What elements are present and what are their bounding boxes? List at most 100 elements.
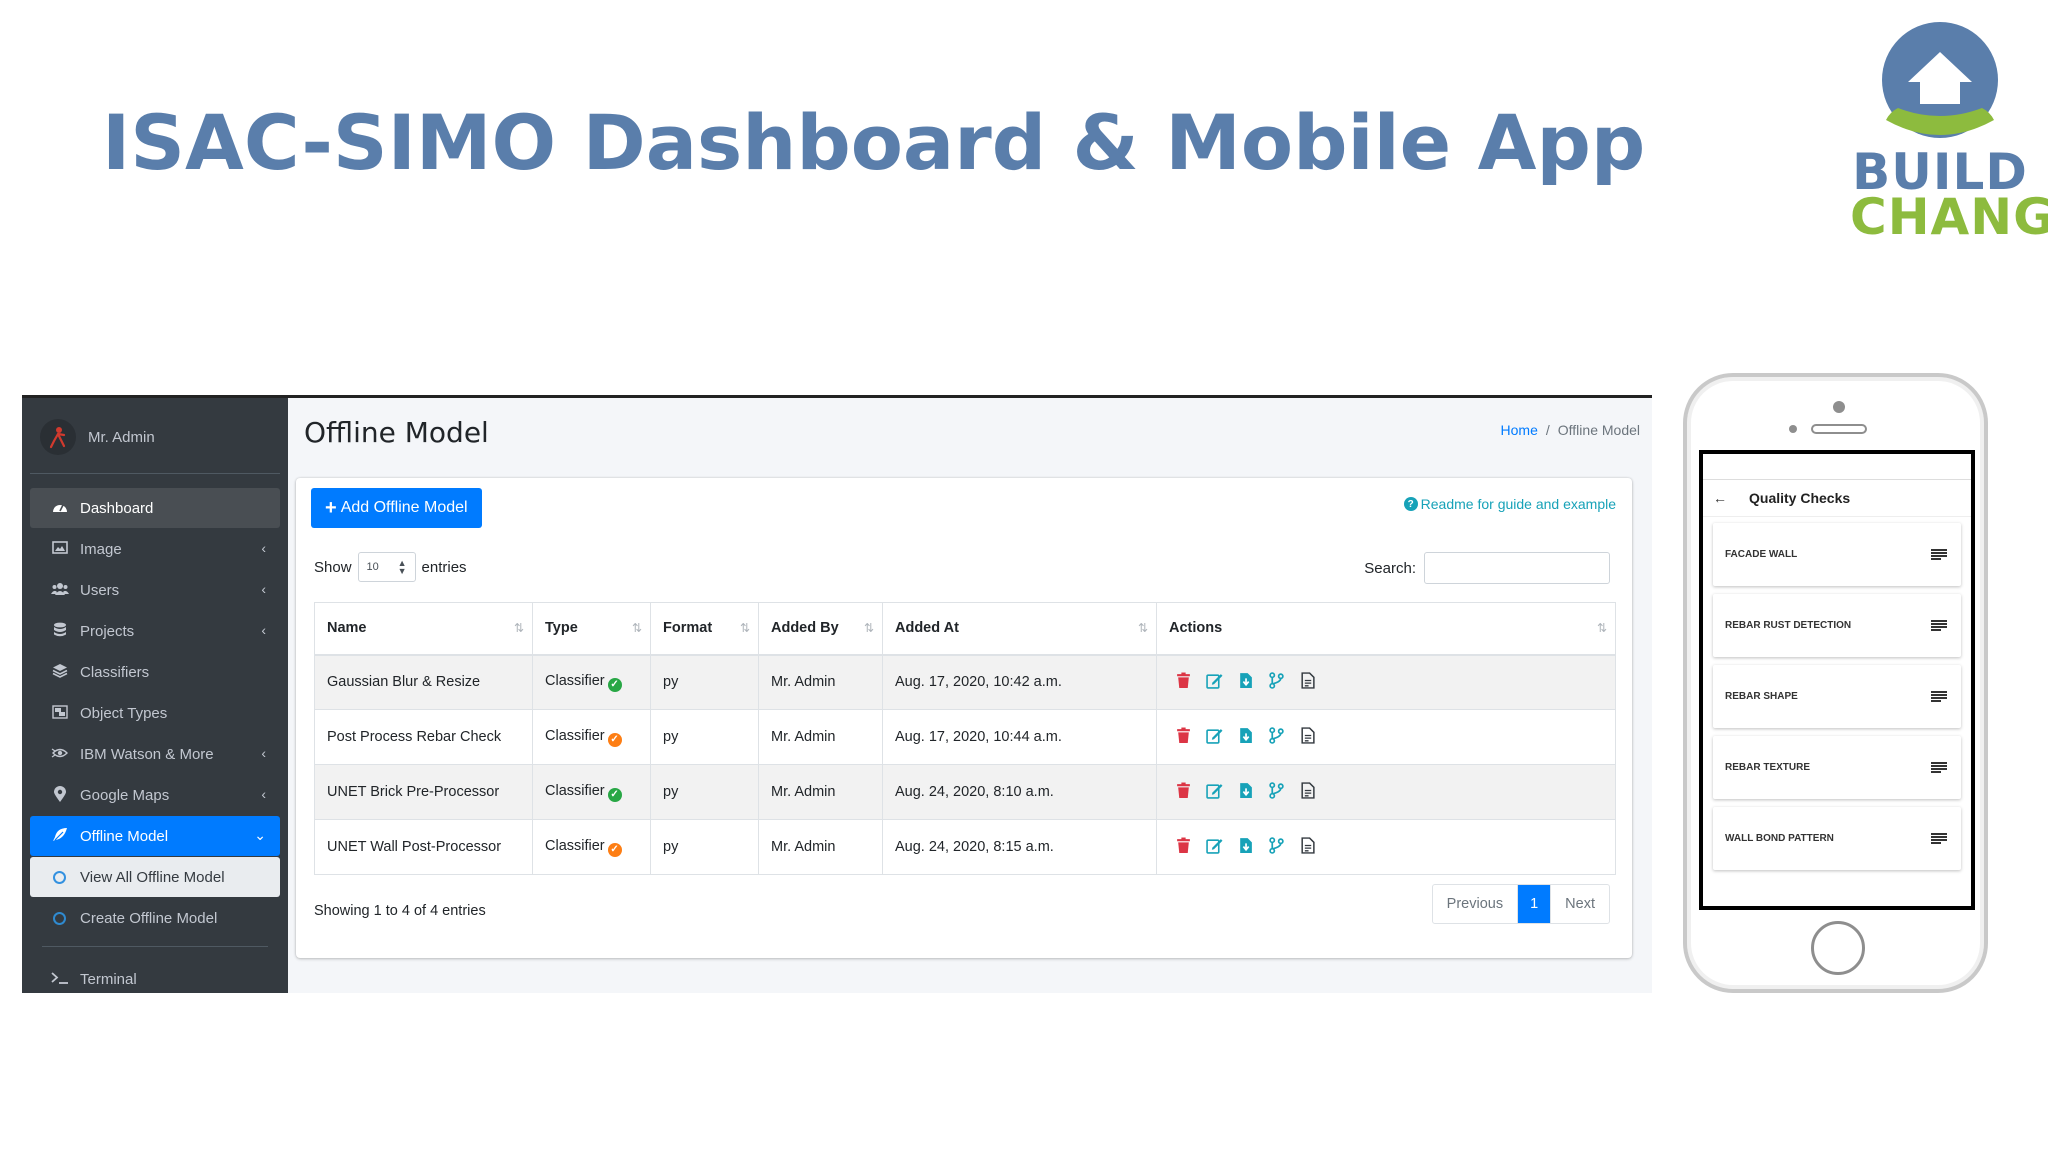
page-length-control: Show 10 ▲ ▼ entries (314, 552, 467, 582)
trash-icon[interactable] (1175, 727, 1192, 748)
file-alt-icon[interactable] (1299, 781, 1316, 803)
phone-home-button (1811, 921, 1865, 975)
sidebar-item-ibm-watson[interactable]: IBM Watson & More ‹ (30, 734, 280, 774)
cell-added-by: Mr. Admin (758, 819, 883, 875)
column-header-format[interactable]: Format ⇅ (650, 602, 759, 656)
trash-icon[interactable] (1175, 837, 1192, 858)
entries-label: entries (421, 558, 467, 576)
user-panel[interactable]: Mr. Admin (40, 412, 280, 462)
sidebar: Mr. Admin Dashboard Image ‹ Users ‹ Proj… (22, 398, 288, 993)
column-header-label: Added By (771, 620, 839, 637)
cell-type: Classifier ✓ (532, 819, 651, 875)
column-header-label: Name (327, 620, 367, 637)
sidebar-item-label: View All Offline Model (80, 868, 225, 886)
cell-name: Post Process Rebar Check (314, 709, 533, 765)
column-header-name[interactable]: Name ⇅ (314, 602, 533, 656)
code-branch-icon[interactable] (1268, 836, 1285, 858)
code-branch-icon[interactable] (1268, 671, 1285, 693)
sidebar-subitem-view-all-offline-model[interactable]: View All Offline Model (30, 857, 280, 897)
file-download-icon[interactable] (1237, 672, 1254, 693)
quality-check-item[interactable]: REBAR TEXTURE (1713, 736, 1961, 799)
table-info: Showing 1 to 4 of 4 entries (314, 903, 486, 919)
users-icon (50, 582, 70, 598)
column-header-type[interactable]: Type ⇅ (532, 602, 651, 656)
sidebar-item-label: Terminal (80, 970, 137, 988)
sidebar-item-label: IBM Watson & More (80, 745, 214, 763)
sidebar-item-image[interactable]: Image ‹ (30, 529, 280, 569)
sort-icon: ⇅ (739, 621, 750, 635)
code-branch-icon[interactable] (1268, 726, 1285, 748)
page-1-button[interactable]: 1 (1518, 885, 1551, 923)
search-input[interactable] (1424, 552, 1610, 584)
breadcrumb-home-link[interactable]: Home (1501, 422, 1538, 438)
code-branch-icon[interactable] (1268, 781, 1285, 803)
slide-title: ISAC-SIMO Dashboard & Mobile App (102, 98, 1646, 187)
table-header-row: Name ⇅ Type ⇅ Format ⇅ Added By ⇅ Added At ⇅ … (314, 602, 1616, 656)
quality-check-label: REBAR RUST DETECTION (1725, 620, 1852, 631)
status-pending-icon: ✓ (607, 732, 622, 747)
add-button-label: Add Offline Model (340, 499, 468, 516)
file-alt-icon[interactable] (1299, 836, 1316, 858)
edit-icon[interactable] (1206, 672, 1223, 693)
sort-icon: ⇅ (1137, 621, 1148, 635)
sidebar-item-object-types[interactable]: Object Types (30, 693, 280, 733)
type-label: Classifier (545, 782, 605, 799)
quality-check-item[interactable]: WALL BOND PATTERN (1713, 807, 1961, 870)
table-row: UNET Wall Post-Processor Classifier ✓ py Mr.… (314, 819, 1616, 875)
quality-check-label: FACADE WALL (1725, 549, 1798, 560)
sidebar-subitem-create-offline-model[interactable]: Create Offline Model (30, 898, 280, 938)
entries-select-value: 10 (366, 561, 379, 573)
previous-page-button[interactable]: Previous (1433, 885, 1519, 923)
add-offline-model-button[interactable]: + Add Offline Model (311, 488, 482, 528)
cell-name: UNET Wall Post-Processor (314, 819, 533, 875)
quality-check-item[interactable]: FACADE WALL (1713, 523, 1961, 586)
cell-actions (1156, 654, 1616, 710)
search-label: Search: (1364, 559, 1416, 577)
type-label: Classifier (545, 837, 605, 854)
row-actions (1169, 726, 1603, 748)
readme-link[interactable]: ? Readme for guide and example (1403, 496, 1616, 512)
sidebar-item-offline-model[interactable]: Offline Model ⌄ (30, 816, 280, 856)
back-arrow-icon[interactable]: ← (1713, 490, 1727, 506)
sidebar-item-users[interactable]: Users ‹ (30, 570, 280, 610)
cell-actions (1156, 709, 1616, 765)
terminal-icon (50, 971, 70, 987)
cell-format: py (650, 654, 759, 710)
edit-icon[interactable] (1206, 727, 1223, 748)
column-header-added-at[interactable]: Added At ⇅ (882, 602, 1157, 656)
entries-select[interactable]: 10 ▲ ▼ (357, 552, 416, 582)
sidebar-item-dashboard[interactable]: Dashboard (30, 488, 280, 528)
trash-icon[interactable] (1175, 672, 1192, 693)
quality-check-label: REBAR SHAPE (1725, 691, 1798, 702)
quality-check-item[interactable]: REBAR RUST DETECTION (1713, 594, 1961, 657)
quality-check-item[interactable]: REBAR SHAPE (1713, 665, 1961, 728)
cell-type: Classifier ✓ (532, 764, 651, 820)
file-download-icon[interactable] (1237, 727, 1254, 748)
sidebar-item-projects[interactable]: Projects ‹ (30, 611, 280, 651)
chevron-down-icon: ⌄ (254, 827, 266, 843)
file-download-icon[interactable] (1237, 837, 1254, 858)
sidebar-item-google-maps[interactable]: Google Maps ‹ (30, 775, 280, 815)
circle-icon (53, 911, 66, 925)
table-row: UNET Brick Pre-Processor Classifier ✓ py Mr.… (314, 764, 1616, 820)
file-alt-icon[interactable] (1299, 726, 1316, 748)
column-header-actions[interactable]: Actions ⇅ (1156, 602, 1616, 656)
next-page-button[interactable]: Next (1550, 885, 1609, 923)
main-content: Offline Model Home / Offline Model + Add O… (288, 398, 1652, 993)
edit-icon[interactable] (1206, 837, 1223, 858)
sidebar-item-terminal[interactable]: Terminal (30, 959, 280, 993)
trash-icon[interactable] (1175, 782, 1192, 803)
column-header-added-by[interactable]: Added By ⇅ (758, 602, 883, 656)
menu-lines-icon (1931, 691, 1947, 702)
cell-type: Classifier ✓ (532, 709, 651, 765)
file-download-icon[interactable] (1237, 782, 1254, 803)
sidebar-item-classifiers[interactable]: Classifiers (30, 652, 280, 692)
phone-app-header: ← Quality Checks (1703, 479, 1971, 517)
readme-link-label: Readme for guide and example (1420, 496, 1616, 512)
show-label: Show (314, 558, 352, 576)
column-header-label: Type (545, 620, 578, 637)
cell-format: py (650, 819, 759, 875)
feather-icon (50, 827, 70, 845)
file-alt-icon[interactable] (1299, 672, 1316, 693)
edit-icon[interactable] (1206, 782, 1223, 803)
